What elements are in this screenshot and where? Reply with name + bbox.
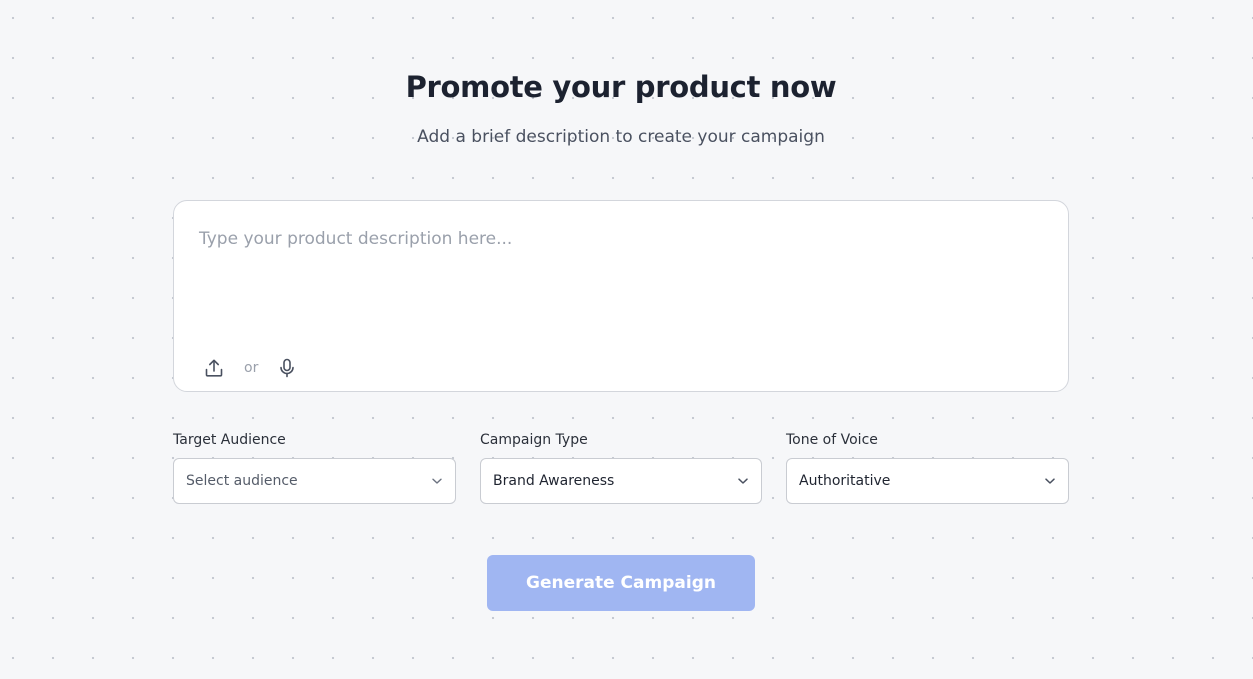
input-tools: or bbox=[202, 356, 299, 380]
description-box: or bbox=[173, 200, 1069, 392]
chevron-down-icon bbox=[431, 477, 443, 485]
description-input[interactable] bbox=[197, 227, 1041, 311]
target-audience-value: Select audience bbox=[186, 473, 298, 489]
target-audience-label: Target Audience bbox=[173, 432, 286, 448]
target-audience-select[interactable]: Select audience bbox=[173, 458, 456, 504]
tone-of-voice-select[interactable]: Authoritative bbox=[786, 458, 1069, 504]
chevron-down-icon bbox=[1044, 477, 1056, 485]
chevron-down-icon bbox=[737, 477, 749, 485]
campaign-type-value: Brand Awareness bbox=[493, 473, 615, 489]
page-title: Promote your product now bbox=[405, 70, 837, 104]
campaign-type-label: Campaign Type bbox=[480, 432, 588, 448]
tone-of-voice-field: Tone of Voice Authoritative bbox=[786, 432, 1069, 504]
page-subtitle: Add a brief description to create your c… bbox=[417, 127, 825, 147]
tone-of-voice-label: Tone of Voice bbox=[786, 432, 878, 448]
generate-campaign-button[interactable]: Generate Campaign bbox=[487, 555, 755, 611]
target-audience-field: Target Audience Select audience bbox=[173, 432, 456, 504]
microphone-icon[interactable] bbox=[275, 356, 299, 380]
upload-icon[interactable] bbox=[202, 356, 226, 380]
tone-of-voice-value: Authoritative bbox=[799, 473, 891, 489]
campaign-type-select[interactable]: Brand Awareness bbox=[480, 458, 762, 504]
campaign-type-field: Campaign Type Brand Awareness bbox=[480, 432, 762, 504]
or-separator: or bbox=[244, 360, 259, 376]
